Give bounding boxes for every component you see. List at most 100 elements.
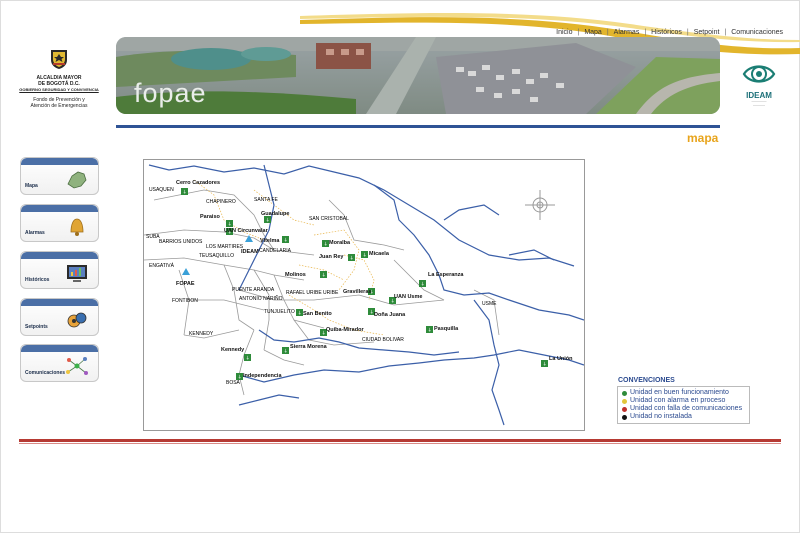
station-label: Molinos [285, 272, 306, 278]
nav-historicos[interactable]: Históricos [651, 29, 682, 36]
hq-label: IDEAM [241, 249, 259, 255]
map-icon [67, 171, 87, 189]
sidebar-item-label: Setpoints [25, 324, 48, 330]
station-arrow-icon: ↓ [284, 349, 288, 355]
banner-title: fopae [134, 78, 207, 108]
station-label: Doña Juana [374, 312, 406, 318]
place-label: FONTIBON [172, 298, 198, 304]
nav-inicio[interactable]: Inicio [556, 29, 572, 36]
place-label: CHAPINERO [206, 199, 236, 205]
coat-of-arms-icon [51, 50, 67, 69]
legend-box: Unidad en buen funcionamiento Unidad con… [617, 386, 750, 424]
nav-setpoint[interactable]: Setpoint [694, 29, 720, 36]
place-label: ANTONIO NARIÑO [239, 295, 283, 302]
status-off-icon [622, 414, 627, 420]
ideam-eye-icon [742, 65, 776, 83]
station-label: La Unión [549, 356, 573, 362]
station-arrow-icon: ↓ [266, 218, 270, 224]
place-label: SANTA FE [254, 197, 278, 203]
station-label: Independencia [243, 373, 282, 379]
setpoint-icon [67, 312, 87, 328]
network-icon [66, 357, 88, 375]
legend-title: CONVENCIONES [618, 377, 675, 384]
nav-alarmas[interactable]: Alarmas [614, 29, 640, 36]
sidebar-item-label: Históricos [25, 277, 50, 283]
station-arrow-icon: ↓ [298, 311, 302, 317]
sidebar-item-historicos[interactable]: Históricos [20, 251, 99, 289]
bell-icon [70, 218, 84, 236]
sidebar-item-alarmas[interactable]: Alarmas [20, 204, 99, 242]
logo-ideam: IDEAM ————— ———— [738, 60, 780, 107]
station-label: Guadalupe [261, 211, 289, 217]
place-label: SAN CRISTOBAL [309, 216, 349, 222]
place-label: TEUSAQUILLO [199, 253, 234, 259]
place-label: BARRIOS UNIDOS [159, 239, 203, 245]
sidebar-item-label: Comunicaciones [25, 370, 66, 376]
station-label: Cerro Cazadores [176, 180, 220, 186]
legend: CONVENCIONES Unidad en buen funcionamien… [617, 377, 750, 424]
place-label: USAQUEN [149, 187, 174, 193]
legend-item: Unidad con alarma en proceso [622, 397, 745, 405]
place-label: BOSA [226, 380, 241, 386]
sidebar-item-label: Mapa [25, 183, 38, 189]
header-divider [116, 125, 720, 128]
station-arrow-icon: ↓ [228, 222, 232, 228]
station-arrow-icon: ↓ [322, 273, 326, 279]
place-label: LOS MARTIRES [206, 244, 244, 250]
legend-item: Unidad no instalada [622, 413, 745, 421]
legend-item: Unidad en buen funcionamiento [622, 389, 745, 397]
station-label: San Benito [303, 311, 332, 317]
sidebar-item-setpoints[interactable]: Setpoints [20, 298, 99, 336]
station-label: Juan Rey [319, 254, 344, 260]
station-arrow-icon: ↓ [543, 362, 547, 368]
station-arrow-icon: ↓ [324, 242, 328, 248]
place-label: TUNJUELITO [264, 309, 295, 315]
station-label: Moralba [329, 240, 351, 246]
station-arrow-icon: ↓ [421, 282, 425, 288]
station-label: Pasquilla [434, 326, 459, 332]
banner-photo [116, 37, 720, 114]
nav-comunicaciones[interactable]: Comunicaciones [731, 29, 783, 36]
map-panel: USAQUEN CHAPINERO SANTA FE SAN CRISTOBAL… [143, 159, 585, 431]
station-label: UAN Circunvalar [224, 228, 269, 234]
place-label: USME [482, 301, 497, 307]
station-arrow-icon: ↓ [183, 190, 187, 196]
station-arrow-icon: ↓ [350, 256, 354, 262]
top-nav: Inicio | Mapa | Alarmas | Históricos | Setpo… [556, 29, 783, 36]
monitor-icon [67, 265, 87, 282]
logo-line5: Atención de Emergencias [30, 103, 88, 109]
sidebar-item-label: Alarmas [25, 230, 45, 236]
station-arrow-icon: ↓ [284, 238, 288, 244]
logo-line3: GOBIERNO SEGURIDAD Y CONVIVENCIA [19, 87, 99, 92]
header-banner [116, 37, 720, 114]
legend-item: Unidad con falla de comunicaciones [622, 405, 745, 413]
station-label: UAN Usme [394, 294, 422, 300]
station-label: La Esperanza [428, 272, 464, 278]
station-arrow-icon: ↓ [238, 375, 242, 381]
station-label: Quiba-Mirador [326, 327, 364, 333]
station-label: Paraiso [200, 214, 221, 220]
station-label: Micaela [369, 251, 390, 257]
station-arrow-icon: ↓ [363, 253, 367, 259]
status-fail-icon [622, 406, 627, 412]
sidebar-item-mapa[interactable]: Mapa [20, 157, 99, 195]
station-label: Sierra Morena [290, 344, 328, 350]
status-alarm-icon [622, 398, 627, 404]
place-label: ENGATIVÁ [149, 262, 175, 269]
station-label: Vitelma [260, 238, 280, 244]
place-label: KENNEDY [189, 331, 214, 337]
station-arrow-icon: ↓ [246, 356, 250, 362]
sidebar-item-comunicaciones[interactable]: Comunicaciones [20, 344, 99, 382]
nav-mapa[interactable]: Mapa [584, 29, 602, 36]
place-label: RAFAEL URIBE URIBE [286, 290, 339, 296]
logo-alcaldia: ALCALDIA MAYOR DE BOGOTÁ D.C. GOBIERNO S… [18, 48, 100, 109]
hq-label: FOPAE [176, 281, 195, 287]
page-title: mapa [687, 131, 719, 145]
station-label: Kennedy [221, 347, 245, 353]
footer-divider [19, 439, 781, 444]
place-label: CANDELARIA [259, 248, 292, 254]
place-label: PUENTE ARANDA [232, 287, 275, 293]
place-label: CIUDAD BOLIVAR [362, 337, 404, 343]
station-arrow-icon: ↓ [428, 328, 432, 334]
hq-marker[interactable] [182, 268, 190, 275]
